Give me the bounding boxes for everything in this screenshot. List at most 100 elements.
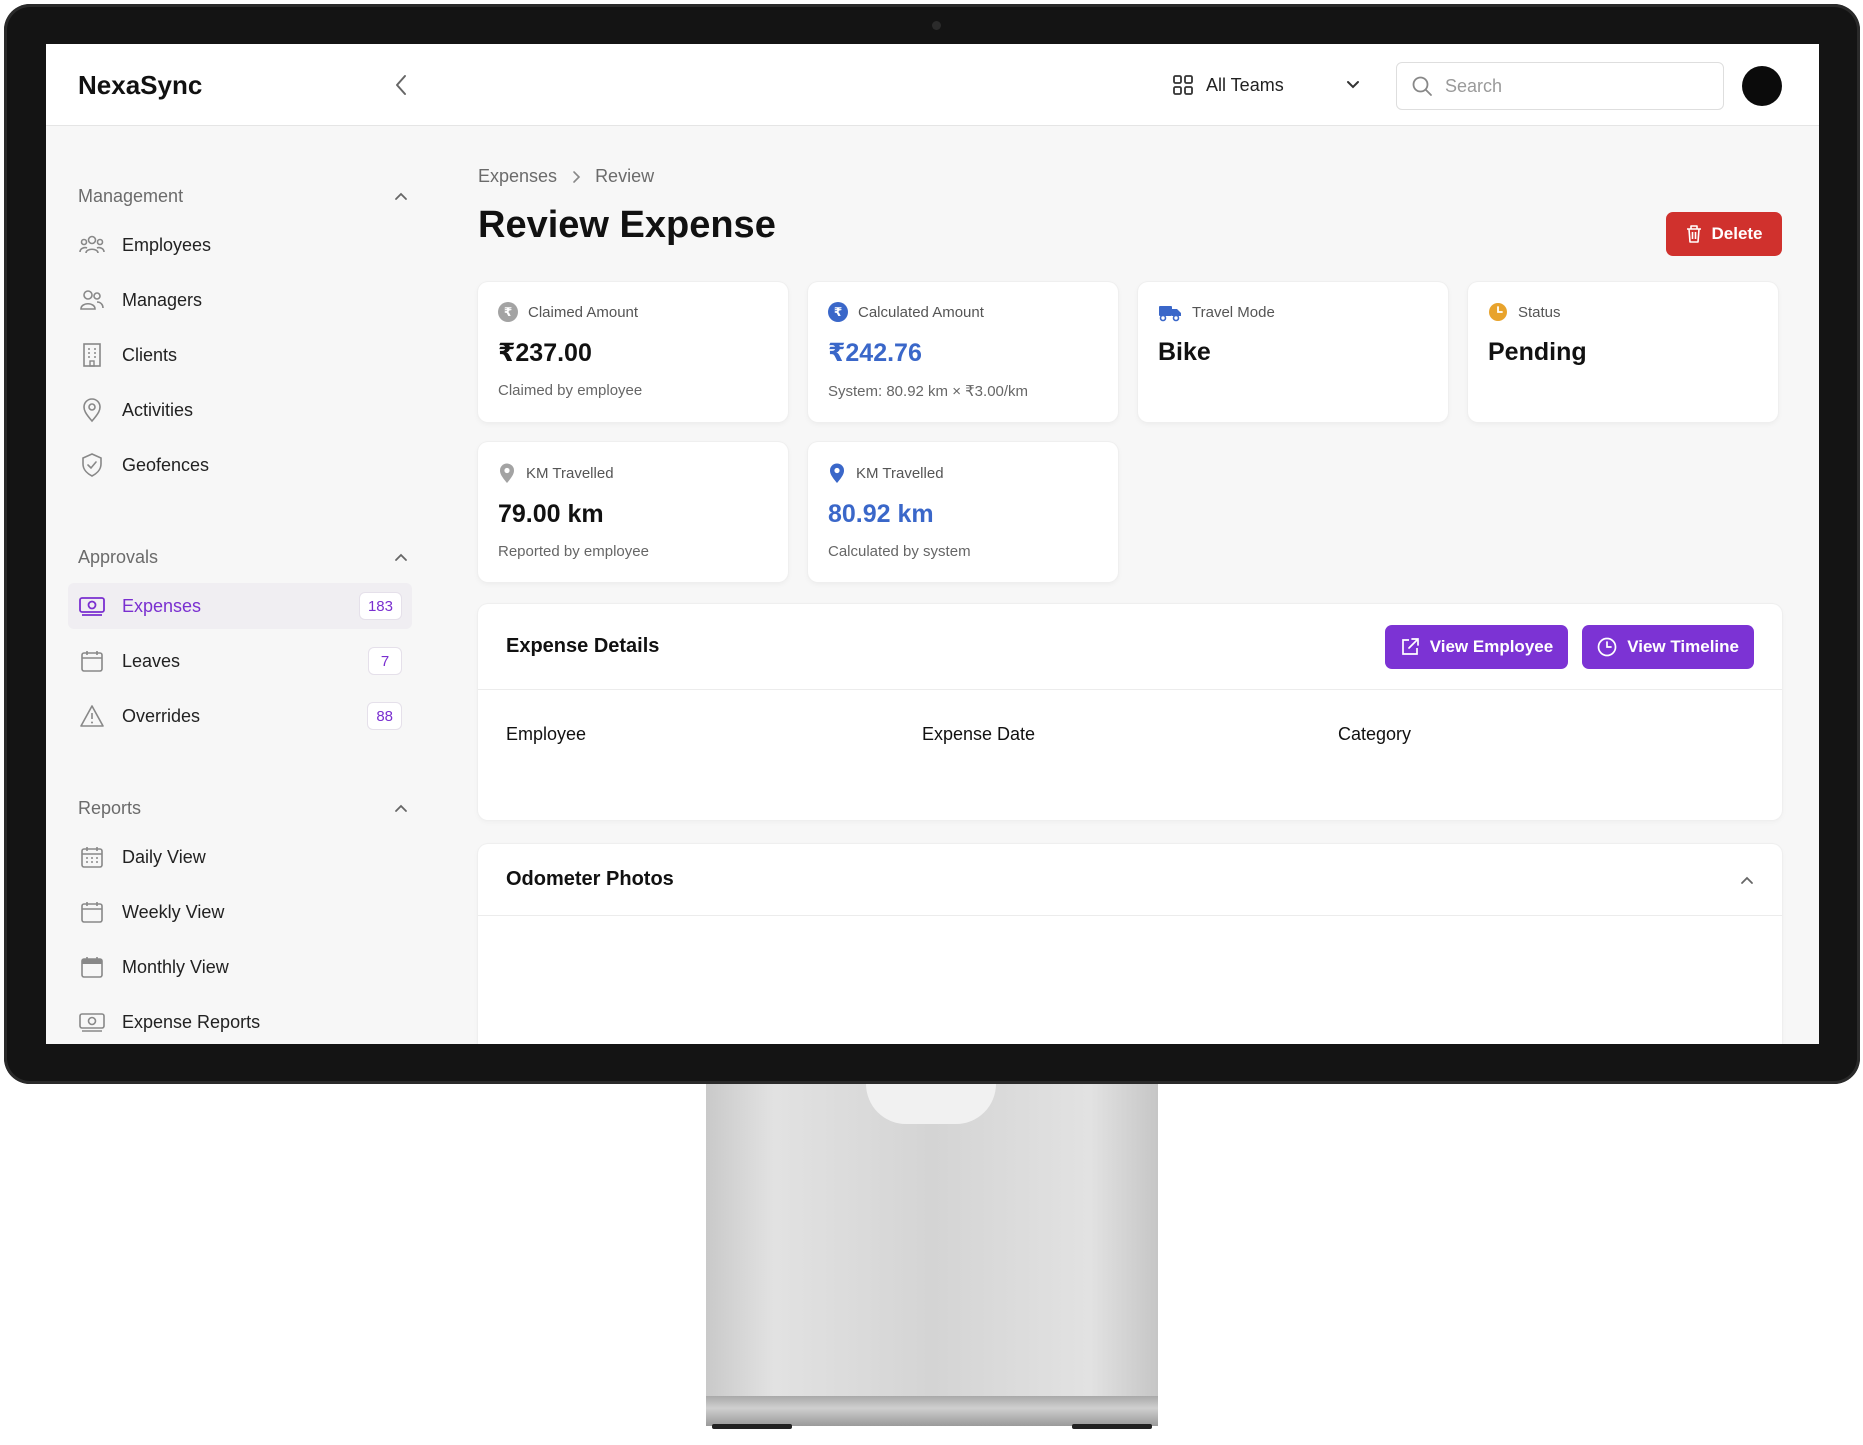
chevron-up-icon[interactable] — [1740, 875, 1754, 885]
search-icon — [1412, 76, 1432, 96]
clock-icon — [1489, 303, 1507, 321]
sidebar-item-label: Employees — [122, 234, 212, 255]
search-input[interactable] — [1445, 75, 1685, 97]
panel-title: Odometer Photos — [506, 868, 674, 890]
sidebar-item-daily-view[interactable]: Daily View — [68, 834, 412, 880]
search-box[interactable] — [1396, 62, 1724, 110]
sidebar-item-monthly-view[interactable]: Monthly View — [68, 944, 412, 990]
map-pin-icon — [500, 463, 514, 483]
view-employee-label: View Employee — [1429, 636, 1554, 656]
card-label: KM Travelled — [526, 464, 614, 482]
map-pin-icon — [78, 396, 106, 424]
collapse-sidebar-button[interactable] — [386, 70, 416, 100]
sidebar-item-managers[interactable]: Managers — [68, 277, 412, 323]
breadcrumb-expenses[interactable]: Expenses — [478, 166, 557, 187]
sidebar-item-clients[interactable]: Clients — [68, 332, 412, 378]
chevron-up-icon — [395, 553, 407, 561]
card-value: 79.00 km — [498, 500, 604, 528]
chevron-left-icon — [396, 75, 406, 95]
panel-header[interactable]: Odometer Photos — [478, 844, 1782, 916]
brand-logo[interactable]: NexaSync — [78, 70, 202, 101]
chevron-right-icon — [573, 170, 581, 183]
screen: NexaSync All Teams Management — [46, 44, 1819, 1044]
card-label: KM Travelled — [856, 464, 944, 482]
monitor-frame: NexaSync All Teams Management — [4, 4, 1860, 1084]
card-status: Status Pending — [1468, 282, 1778, 422]
card-label: Calculated Amount — [858, 303, 984, 321]
column-category: Category — [1338, 724, 1412, 744]
rupee-icon: ₹ — [498, 302, 518, 322]
section-approvals[interactable]: Approvals — [78, 542, 408, 572]
section-reports[interactable]: Reports — [78, 793, 408, 823]
breadcrumb: Expenses Review — [478, 166, 654, 187]
sidebar-item-activities[interactable]: Activities — [68, 387, 412, 433]
trash-icon — [1687, 225, 1702, 243]
sidebar: Management Employees Managers Clients Ac… — [46, 126, 424, 1044]
rupee-icon: ₹ — [828, 302, 848, 322]
count-badge: 183 — [358, 592, 402, 620]
card-subtext: System: 80.92 km × ₹3.00/km — [828, 383, 1029, 400]
delete-button[interactable]: Delete — [1666, 212, 1782, 256]
banknote-icon — [78, 592, 106, 620]
user-avatar[interactable] — [1742, 66, 1782, 106]
card-km-calculated: KM Travelled 80.92 km Calculated by syst… — [808, 442, 1118, 582]
view-timeline-button[interactable]: View Timeline — [1582, 624, 1754, 669]
calendar-days-icon — [78, 843, 106, 871]
details-columns: Employee Expense Date Category — [478, 690, 1782, 779]
card-subtext: Claimed by employee — [498, 382, 643, 399]
breadcrumb-review: Review — [595, 166, 655, 186]
sidebar-item-label: Daily View — [122, 846, 206, 867]
view-timeline-label: View Timeline — [1627, 636, 1739, 656]
section-management[interactable]: Management — [78, 181, 408, 211]
sidebar-item-label: Overrides — [122, 705, 201, 726]
sidebar-item-weekly-view[interactable]: Weekly View — [68, 889, 412, 935]
chevron-up-icon — [395, 192, 407, 200]
column-expense-date: Expense Date — [922, 724, 1036, 744]
column-employee: Employee — [506, 724, 587, 744]
sidebar-item-label: Expenses — [122, 595, 202, 616]
sidebar-item-overrides[interactable]: Overrides 88 — [68, 693, 412, 739]
sidebar-item-employees[interactable]: Employees — [68, 222, 412, 268]
view-employee-button[interactable]: View Employee — [1384, 624, 1569, 669]
stand-base — [706, 1396, 1158, 1426]
card-value: ₹242.76 — [828, 339, 922, 367]
team-selector[interactable]: All Teams — [1172, 66, 1360, 104]
team-selector-label: All Teams — [1206, 74, 1284, 95]
panel-title: Expense Details — [506, 635, 660, 657]
sidebar-item-geofences[interactable]: Geofences — [68, 442, 412, 488]
sidebar-item-leaves[interactable]: Leaves 7 — [68, 638, 412, 684]
sidebar-item-label: Activities — [122, 399, 194, 420]
stand-cutout — [866, 1084, 996, 1124]
section-title: Reports — [78, 797, 142, 818]
clock-icon — [1597, 637, 1617, 656]
card-km-reported: KM Travelled 79.00 km Reported by employ… — [478, 442, 788, 582]
card-value: Bike — [1158, 338, 1211, 366]
top-bar: NexaSync All Teams — [46, 44, 1819, 126]
banknote-icon — [78, 1008, 106, 1036]
count-badge: 88 — [367, 702, 402, 730]
card-label: Status — [1518, 303, 1561, 321]
sidebar-item-label: Leaves — [122, 650, 181, 671]
map-pin-icon — [830, 463, 844, 483]
stand-foot — [712, 1424, 792, 1429]
building-icon — [78, 341, 106, 369]
section-title: Approvals — [78, 546, 159, 567]
users-icon — [78, 231, 106, 259]
user-group-icon — [78, 286, 106, 314]
sidebar-item-expenses[interactable]: Expenses 183 — [68, 583, 412, 629]
chevron-up-icon — [395, 804, 407, 812]
calendar-week-icon — [78, 898, 106, 926]
sidebar-item-expense-reports[interactable]: Expense Reports — [68, 999, 412, 1044]
card-travel-mode: Travel Mode Bike — [1138, 282, 1448, 422]
sidebar-item-label: Weekly View — [122, 901, 225, 922]
expense-details-panel: Expense Details View Employee View Timel… — [478, 604, 1782, 820]
calendar-month-icon — [78, 953, 106, 981]
sidebar-item-label: Monthly View — [122, 956, 229, 977]
panel-header: Expense Details View Employee View Timel… — [478, 604, 1782, 690]
main-content: Expenses Review Review Expense Delete ₹ C… — [424, 126, 1819, 1044]
page-title: Review Expense — [478, 204, 776, 246]
card-value: 80.92 km — [828, 500, 934, 528]
warning-icon — [78, 702, 106, 730]
card-calculated-amount: ₹ Calculated Amount ₹242.76 System: 80.92… — [808, 282, 1118, 422]
card-subtext: Calculated by system — [828, 543, 971, 560]
